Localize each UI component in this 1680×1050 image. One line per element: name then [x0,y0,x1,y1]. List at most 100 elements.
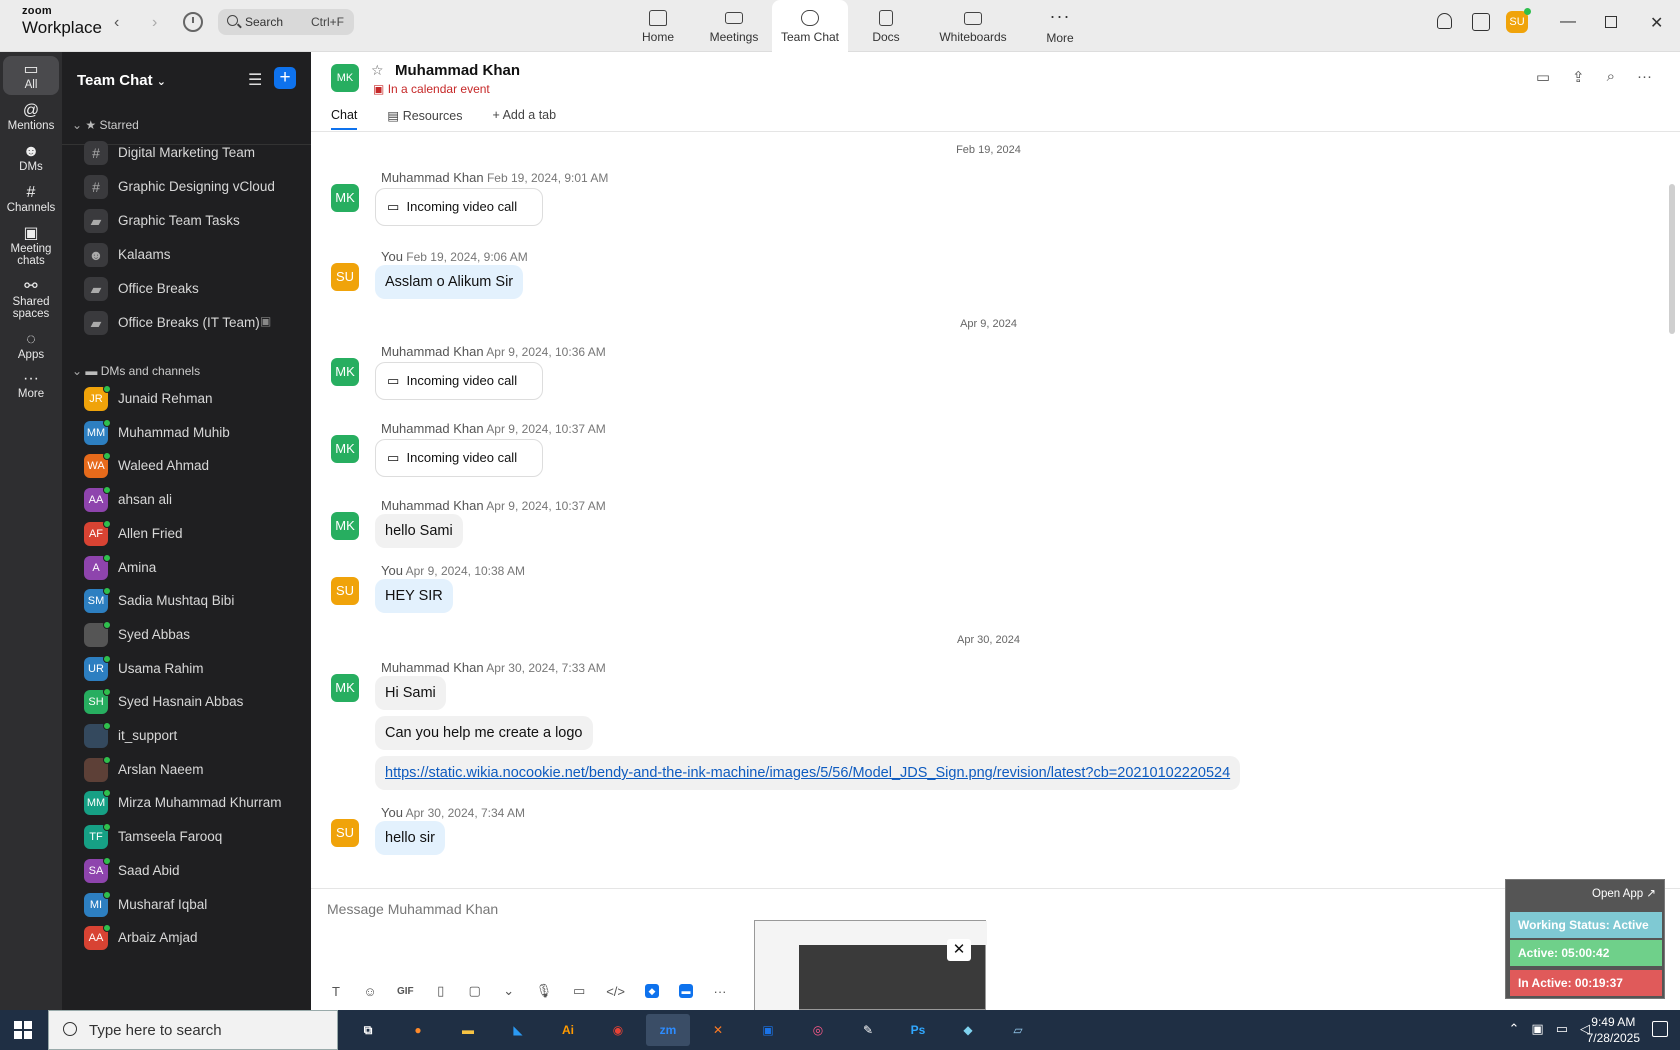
list-item[interactable]: JR Junaid Rehman [84,382,309,416]
task-view-icon[interactable]: ⧉ [346,1014,390,1046]
pen-icon[interactable]: ✎ [846,1014,890,1046]
list-item[interactable]: MM Mirza Muhammad Khurram [84,786,309,820]
call-card[interactable]: ▭ Incoming video call [375,439,543,477]
tab-home[interactable]: Home [620,0,696,52]
clock[interactable]: 9:49 AM 7/28/2025 [1587,1014,1640,1046]
tab-meetings[interactable]: Meetings [696,0,772,52]
network-icon[interactable]: ▣ [1531,1021,1543,1037]
rail-shared-spaces[interactable]: ⚯ Shared spaces [0,271,62,324]
file-icon[interactable]: ▯ [434,983,448,999]
chevron-up-icon[interactable]: ⌃ [1509,1021,1520,1037]
notepad-icon[interactable]: ▱ [996,1014,1040,1046]
list-item[interactable]: Arslan Naeem [84,753,309,787]
video-camera-icon[interactable]: ▭ [1536,68,1550,86]
list-item[interactable]: SA Saad Abid [84,854,309,888]
search-box[interactable]: Search Ctrl+F [218,9,354,35]
list-item[interactable]: # Graphic Designing vCloud [84,170,309,204]
photoshop-icon[interactable]: Ps [896,1014,940,1046]
rail-more[interactable]: ··· More [0,365,62,404]
whiteboard-app-icon[interactable]: ▬ [678,984,693,998]
contact-name[interactable]: Muhammad Khan [395,62,520,79]
message-text[interactable]: Hi Sami [375,676,446,710]
share-screen-icon[interactable]: ⇪ [1572,68,1585,86]
new-chat-button[interactable]: + [274,67,296,89]
rail-dms[interactable]: ☻ DMs [0,136,62,177]
emoji-icon[interactable]: ☺ [363,984,377,999]
message-text[interactable]: hello Sami [375,514,463,548]
message-input[interactable]: Message Muhammad Khan [327,901,498,917]
list-item[interactable]: AA Arbaiz Amjad [84,921,309,955]
star-icon[interactable]: ☆ [371,62,384,79]
screenshot-icon[interactable]: ▢ [468,983,482,999]
text-format-icon[interactable]: T [329,984,343,999]
list-item[interactable]: AA ahsan ali [84,483,309,517]
firefox-icon[interactable]: ● [396,1014,440,1046]
message-text[interactable]: Asslam o Alikum Sir [375,265,524,299]
rail-mentions[interactable]: @ Mentions [0,95,62,136]
link[interactable]: https://static.wikia.nocookie.net/bendy-… [385,765,1230,781]
search-icon[interactable]: ⌕ [1607,68,1615,86]
list-item[interactable]: Syed Abbas [84,618,309,652]
list-item[interactable]: TF Tamseela Farooq [84,820,309,854]
tab-more[interactable]: ··· More [1022,0,1098,52]
list-item[interactable]: AF Allen Fried [84,517,309,551]
dms-section[interactable]: ⌄ ▬ DMs and channels [72,364,200,378]
list-item[interactable]: SM Sadia Mushtaq Bibi [84,584,309,618]
open-app-button[interactable]: Open App ↗ [1592,886,1656,900]
list-item[interactable]: MM Muhammad Muhib [84,416,309,450]
tab-docs[interactable]: Docs [848,0,924,52]
minimize-icon[interactable]: — [1560,13,1576,31]
notification-icon[interactable] [1652,1021,1668,1037]
forward-arrow-icon[interactable]: › [152,14,157,32]
message-text[interactable]: hello sir [375,821,445,855]
diamond-icon[interactable]: ◆ [946,1014,990,1046]
restore-icon[interactable] [1605,16,1617,28]
message-text[interactable]: Can you help me create a logo [375,716,593,750]
tab-chat[interactable]: Chat [331,108,358,130]
code-icon[interactable]: </> [606,984,625,999]
list-item[interactable]: ▰ Office Breaks [84,272,309,306]
video-clip-icon[interactable]: ▭ [572,983,586,999]
more-dots-icon[interactable]: ··· [1637,68,1652,86]
back-arrow-icon[interactable]: ‹ [114,14,119,32]
call-card[interactable]: ▭ Incoming video call [375,362,543,400]
bell-icon[interactable] [1437,13,1452,29]
zoom-app-icon[interactable]: zm [646,1014,690,1046]
starred-section[interactable]: ⌄ ★ Starred [72,118,139,132]
outlook-icon[interactable]: ▣ [746,1014,790,1046]
vscode-icon[interactable]: ◣ [496,1014,540,1046]
display-icon[interactable]: ▭ [1556,1021,1568,1037]
illustrator-icon[interactable]: Ai [546,1014,590,1046]
rail-all[interactable]: ▭ All [3,56,59,95]
list-item[interactable]: ▰ Graphic Team Tasks [84,204,309,238]
app-icon[interactable]: ◆ [644,984,659,998]
list-item[interactable]: ▰ Office Breaks (IT Team) ▣ [84,306,309,340]
rail-meeting-chats[interactable]: ▣ Meeting chats [0,218,62,271]
xampp-icon[interactable]: ✕ [696,1014,740,1046]
more-dots-icon[interactable]: ··· [713,984,727,999]
tab-team-chat[interactable]: Team Chat [772,0,848,52]
list-item[interactable]: SH Syed Hasnain Abbas [84,685,309,719]
message-text[interactable]: HEY SIR [375,579,453,613]
tab-add[interactable]: + Add a tab [492,108,556,130]
explorer-icon[interactable]: ▬ [446,1014,490,1046]
rail-channels[interactable]: # Channels [0,177,62,218]
contact-avatar[interactable]: MK [331,64,359,92]
tab-whiteboards[interactable]: Whiteboards [924,0,1022,52]
list-item[interactable]: A Amina [84,551,309,585]
microphone-icon[interactable]: 🎙 [536,983,553,999]
close-icon[interactable]: ✕ [947,939,971,961]
chrome-icon[interactable]: ◉ [596,1014,640,1046]
close-icon[interactable]: ✕ [1650,13,1663,33]
list-item[interactable]: ☻ Kalaams [84,238,309,272]
call-card[interactable]: ▭ Incoming video call [375,188,543,226]
history-icon[interactable] [183,12,203,32]
list-item[interactable]: it_support [84,719,309,753]
gif-icon[interactable]: GIF [397,986,414,997]
list-item[interactable]: MI Musharaf Iqbal [84,888,309,922]
tab-resources[interactable]: ▤ Resources [387,108,462,130]
filter-icon[interactable]: ☰ [248,70,262,90]
video-preview[interactable]: ✕ [754,920,987,1011]
scrollbar[interactable] [1669,184,1675,334]
list-item[interactable]: UR Usama Rahim [84,652,309,686]
